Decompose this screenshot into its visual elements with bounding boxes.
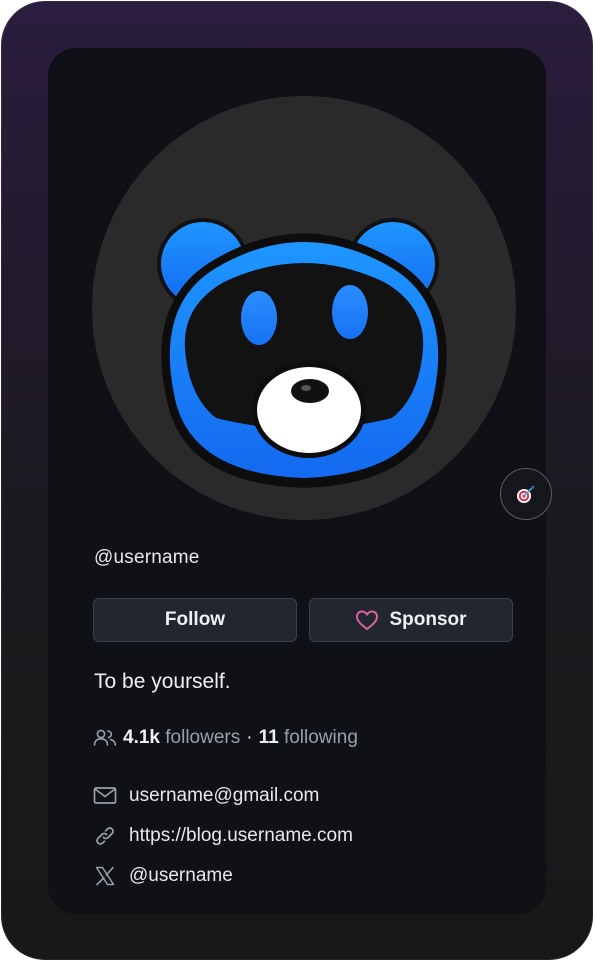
follow-stats: 4.1k followers · 11 following: [92, 725, 358, 750]
bear-icon: [157, 218, 447, 488]
follow-button-label: Follow: [164, 609, 226, 630]
stats-separator: ·: [246, 726, 253, 748]
profile-username: @username: [94, 547, 200, 568]
mail-icon: [92, 783, 117, 808]
email-link[interactable]: username@gmail.com: [129, 785, 319, 807]
avatar[interactable]: [92, 96, 552, 520]
contact-website-row: https://blog.username.com: [92, 823, 353, 848]
contact-email-row: username@gmail.com: [92, 783, 319, 808]
sponsor-button[interactable]: Sponsor: [309, 598, 513, 642]
target-dart-icon: [517, 486, 534, 503]
following-link[interactable]: 11 following: [259, 727, 358, 749]
following-label: following: [283, 726, 358, 748]
followers-label: followers: [165, 726, 241, 748]
following-count: 11: [258, 726, 279, 748]
followers-count: 4.1k: [123, 726, 160, 748]
status-emoji-button[interactable]: [500, 468, 552, 520]
x-profile-link[interactable]: @username: [129, 865, 233, 887]
profile-bio: To be yourself.: [94, 670, 231, 693]
x-logo-icon: [92, 863, 117, 888]
followers-link[interactable]: 4.1k followers: [123, 727, 240, 749]
profile-card: @username Follow Sponsor To be yourself.…: [48, 48, 552, 914]
link-icon: [92, 823, 117, 848]
contact-x-row: @username: [92, 863, 233, 888]
people-icon: [92, 725, 117, 750]
sponsor-button-label: Sponsor: [389, 609, 467, 630]
follow-button[interactable]: Follow: [93, 598, 297, 642]
website-link[interactable]: https://blog.username.com: [129, 825, 353, 847]
heart-icon: [356, 610, 379, 631]
